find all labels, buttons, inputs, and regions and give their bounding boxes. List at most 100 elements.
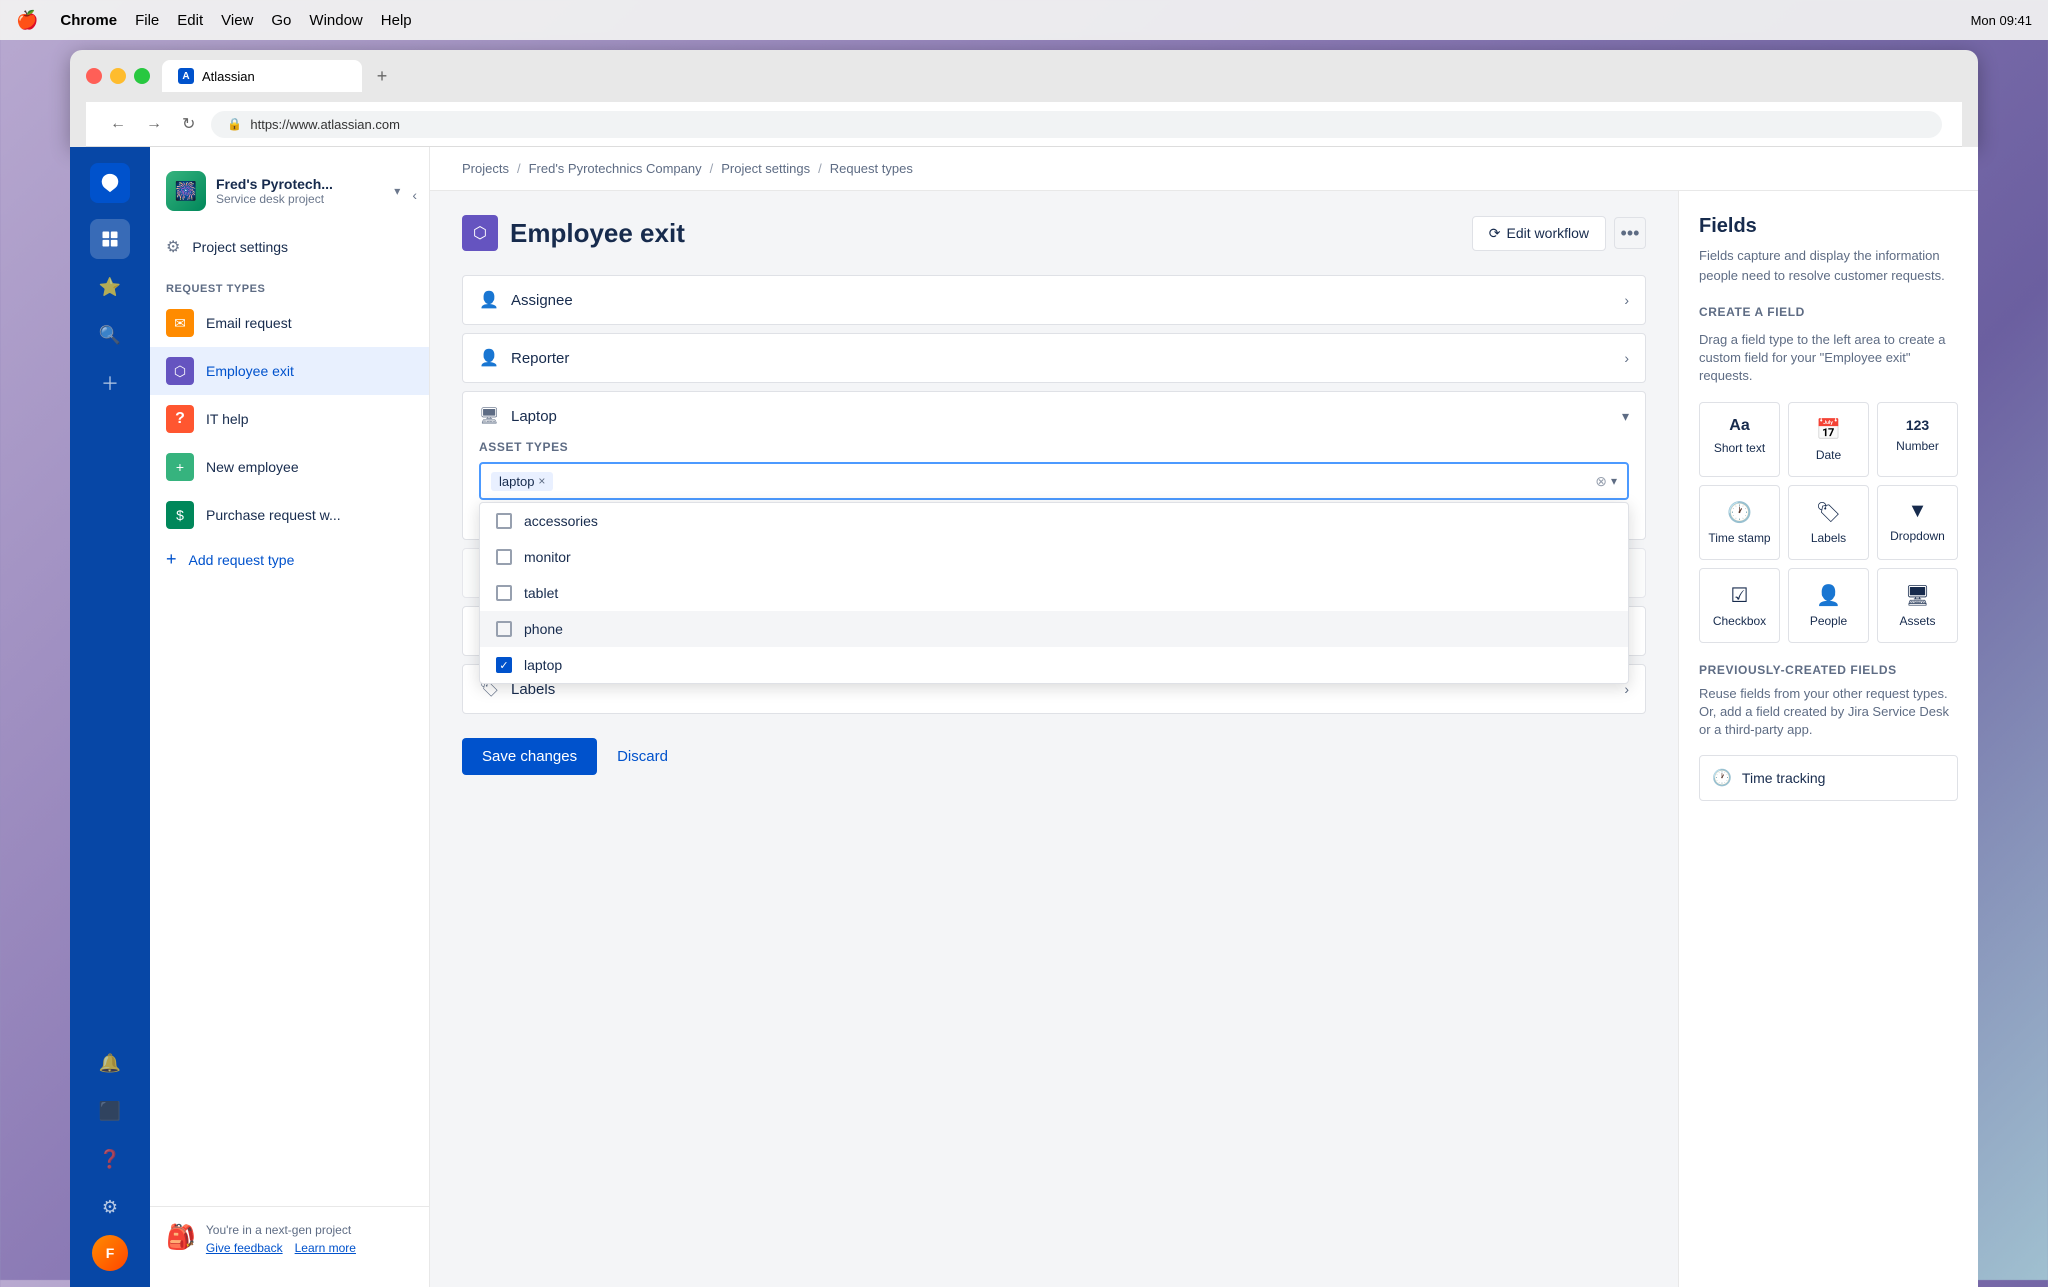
field-type-labels[interactable]: 🏷 Labels bbox=[1788, 485, 1869, 560]
time-tracking-label: Time tracking bbox=[1742, 770, 1826, 786]
next-gen-notice: 🎒 You're in a next-gen project Give feed… bbox=[166, 1223, 413, 1255]
maximize-window-button[interactable] bbox=[134, 68, 150, 84]
breadcrumb-project-settings[interactable]: Project settings bbox=[721, 161, 810, 176]
refresh-button[interactable]: ↻ bbox=[178, 110, 199, 138]
field-type-number[interactable]: 123 Number bbox=[1877, 402, 1958, 477]
reporter-field-row[interactable]: 👤 Reporter › bbox=[463, 334, 1645, 382]
discard-button[interactable]: Discard bbox=[609, 738, 676, 775]
breadcrumb-projects[interactable]: Projects bbox=[462, 161, 509, 176]
field-type-people[interactable]: 👤 People bbox=[1788, 568, 1869, 643]
accessories-checkbox[interactable] bbox=[496, 513, 512, 529]
project-dropdown-chevron[interactable]: ▾ bbox=[394, 184, 400, 198]
sidebar-collapse-button[interactable]: ‹ bbox=[408, 183, 421, 207]
assignee-icon: 👤 bbox=[479, 290, 499, 310]
traffic-lights bbox=[86, 68, 150, 84]
nav-search-icon[interactable]: 🔍 bbox=[90, 315, 130, 355]
app-name[interactable]: Chrome bbox=[60, 12, 117, 29]
edit-workflow-button[interactable]: ⟳ Edit workflow bbox=[1472, 216, 1606, 251]
project-avatar: 🎆 bbox=[166, 171, 206, 211]
menu-help[interactable]: Help bbox=[381, 12, 412, 29]
dropdown-item-monitor[interactable]: monitor bbox=[480, 539, 1628, 575]
nav-notifications-icon[interactable]: 🔔 bbox=[90, 1043, 130, 1083]
dropdown-label: Dropdown bbox=[1890, 529, 1945, 543]
asset-types-input[interactable]: laptop × ⊗ ▾ bbox=[479, 462, 1629, 500]
browser-tab-atlassian[interactable]: A Atlassian bbox=[162, 60, 362, 92]
menu-file[interactable]: File bbox=[135, 12, 159, 29]
sidebar-item-it-help[interactable]: ? IT help bbox=[150, 395, 429, 443]
nav-starred-icon[interactable]: ⭐ bbox=[90, 267, 130, 307]
address-bar-input[interactable]: 🔒 https://www.atlassian.com bbox=[211, 111, 1942, 138]
sidebar-item-email-request[interactable]: ✉ Email request bbox=[150, 299, 429, 347]
phone-label: phone bbox=[524, 621, 563, 637]
sidebar-item-employee-exit[interactable]: ⬡ Employee exit bbox=[150, 347, 429, 395]
email-request-label: Email request bbox=[206, 315, 292, 331]
reporter-icon: 👤 bbox=[479, 348, 499, 368]
field-type-date[interactable]: 📅 Date bbox=[1788, 402, 1869, 477]
minimize-window-button[interactable] bbox=[110, 68, 126, 84]
field-type-dropdown[interactable]: ▼ Dropdown bbox=[1877, 485, 1958, 560]
apple-menu[interactable]: 🍎 bbox=[16, 10, 38, 31]
add-request-type-button[interactable]: + Add request type bbox=[150, 539, 429, 580]
dropdown-item-laptop[interactable]: ✓ laptop bbox=[480, 647, 1628, 683]
employee-exit-icon: ⬡ bbox=[166, 357, 194, 385]
number-icon: 123 bbox=[1906, 417, 1929, 433]
next-gen-links: Give feedback Learn more bbox=[206, 1241, 356, 1255]
save-changes-button[interactable]: Save changes bbox=[462, 738, 597, 775]
menu-window[interactable]: Window bbox=[309, 12, 362, 29]
monitor-label: monitor bbox=[524, 549, 571, 565]
reporter-chevron-icon[interactable]: › bbox=[1624, 350, 1629, 366]
time-tracking-icon: 🕐 bbox=[1712, 768, 1732, 788]
nav-create-icon[interactable]: ＋ bbox=[90, 363, 130, 403]
content-area: ⬡ Employee exit ⟳ Edit workflow ••• 👤 bbox=[430, 191, 1978, 1287]
learn-more-link[interactable]: Learn more bbox=[295, 1241, 356, 1255]
header-actions: ⟳ Edit workflow ••• bbox=[1472, 216, 1646, 251]
nav-projects-icon[interactable] bbox=[90, 219, 130, 259]
back-button[interactable]: ← bbox=[106, 111, 130, 137]
nav-help-icon[interactable]: ❓ bbox=[90, 1139, 130, 1179]
dropdown-item-phone[interactable]: phone bbox=[480, 611, 1628, 647]
checkbox-label: Checkbox bbox=[1713, 614, 1766, 628]
laptop-tag-remove-button[interactable]: × bbox=[538, 474, 545, 488]
menu-edit[interactable]: Edit bbox=[177, 12, 203, 29]
clear-input-button[interactable]: ⊗ bbox=[1595, 473, 1607, 490]
asset-search-input[interactable] bbox=[559, 474, 1589, 489]
asset-dropdown-arrow[interactable]: ▾ bbox=[1611, 474, 1617, 488]
sidebar-item-new-employee[interactable]: + New employee bbox=[150, 443, 429, 491]
field-type-checkbox[interactable]: ☑ Checkbox bbox=[1699, 568, 1780, 643]
asset-types-label: Asset types bbox=[479, 440, 1629, 454]
purchase-request-icon: $ bbox=[166, 501, 194, 529]
field-type-timestamp[interactable]: 🕐 Time stamp bbox=[1699, 485, 1780, 560]
project-name: Fred's Pyrotech... bbox=[216, 176, 384, 192]
give-feedback-link[interactable]: Give feedback bbox=[206, 1241, 283, 1255]
dropdown-item-accessories[interactable]: accessories bbox=[480, 503, 1628, 539]
menu-view[interactable]: View bbox=[221, 12, 253, 29]
new-tab-button[interactable]: + bbox=[366, 60, 398, 92]
field-type-short-text[interactable]: Aa Short text bbox=[1699, 402, 1780, 477]
action-bar: Save changes Discard bbox=[462, 738, 1646, 775]
monitor-checkbox[interactable] bbox=[496, 549, 512, 565]
forward-button[interactable]: → bbox=[142, 111, 166, 137]
laptop-checkbox[interactable]: ✓ bbox=[496, 657, 512, 673]
nav-apps-icon[interactable]: ⬛ bbox=[90, 1091, 130, 1131]
mac-menubar: 🍎 Chrome File Edit View Go Window Help M… bbox=[0, 0, 2048, 40]
tablet-checkbox[interactable] bbox=[496, 585, 512, 601]
dropdown-item-tablet[interactable]: tablet bbox=[480, 575, 1628, 611]
laptop-field-header[interactable]: 🖥 Laptop ▾ bbox=[463, 392, 1645, 440]
sidebar-item-purchase-request[interactable]: $ Purchase request w... bbox=[150, 491, 429, 539]
project-type: Service desk project bbox=[216, 192, 384, 206]
atlassian-logo[interactable] bbox=[90, 163, 130, 203]
project-header[interactable]: 🎆 Fred's Pyrotech... Service desk projec… bbox=[166, 171, 400, 211]
field-type-assets[interactable]: 🖥 Assets bbox=[1877, 568, 1958, 643]
phone-checkbox[interactable] bbox=[496, 621, 512, 637]
nav-avatar[interactable]: F bbox=[92, 1235, 128, 1271]
sidebar-item-project-settings[interactable]: ⚙ Project settings bbox=[150, 227, 429, 267]
close-window-button[interactable] bbox=[86, 68, 102, 84]
breadcrumb-company[interactable]: Fred's Pyrotechnics Company bbox=[529, 161, 702, 176]
more-options-button[interactable]: ••• bbox=[1614, 217, 1646, 249]
menu-go[interactable]: Go bbox=[271, 12, 291, 29]
time-tracking-field[interactable]: 🕐 Time tracking bbox=[1699, 755, 1958, 801]
laptop-chevron-icon[interactable]: ▾ bbox=[1622, 408, 1629, 425]
assignee-field-row[interactable]: 👤 Assignee › bbox=[463, 276, 1645, 324]
nav-settings-icon[interactable]: ⚙ bbox=[90, 1187, 130, 1227]
assignee-chevron-icon[interactable]: › bbox=[1624, 292, 1629, 308]
